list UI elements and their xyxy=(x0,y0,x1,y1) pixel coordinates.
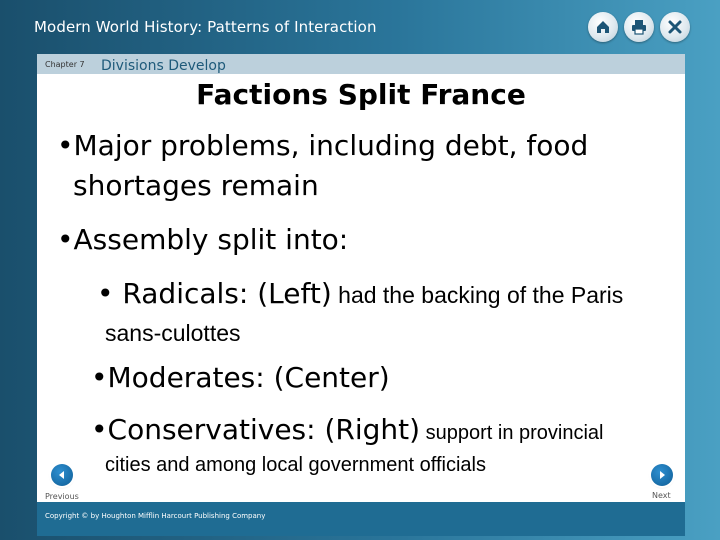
bullet-detail: had the backing of the Paris xyxy=(331,282,624,308)
home-button[interactable] xyxy=(588,12,618,42)
bullet-text: shortages remain xyxy=(73,169,319,202)
close-button[interactable] xyxy=(660,12,690,42)
slide-panel: Chapter 7 Divisions Develop Factions Spl… xyxy=(37,54,685,536)
bullet-3-continued: sans-culottes xyxy=(105,320,241,346)
next-button[interactable] xyxy=(651,464,673,486)
bullet-marker: • xyxy=(91,413,108,446)
bullet-1-continued: shortages remain xyxy=(73,166,319,206)
app-title: Modern World History: Patterns of Intera… xyxy=(34,18,377,36)
bullet-2: •Assembly split into: xyxy=(57,220,348,260)
slide-heading: Factions Split France xyxy=(196,78,526,111)
chapter-title: Divisions Develop xyxy=(101,58,226,74)
print-button[interactable] xyxy=(624,12,654,42)
bullet-text: Assembly split into: xyxy=(73,223,349,256)
bullet-5-continued: cities and among local government offici… xyxy=(105,454,486,476)
home-icon xyxy=(597,21,609,33)
bullet-text: Major problems, including debt, food xyxy=(73,129,589,162)
bullet-3: • Radicals: (Left) had the backing of th… xyxy=(97,274,623,315)
toolbar xyxy=(588,12,690,42)
arrow-left-icon xyxy=(59,471,64,479)
arrow-right-icon xyxy=(660,471,665,479)
bullet-4: •Moderates: (Center) xyxy=(91,358,390,398)
bullet-label: Moderates: (Center) xyxy=(107,361,390,394)
next-label[interactable]: Next xyxy=(652,491,671,500)
bullet-marker: • xyxy=(57,129,74,162)
footer: Copyright © by Houghton Mifflin Harcourt… xyxy=(37,502,685,536)
bullet-marker: • xyxy=(57,223,74,256)
copyright-text: Copyright © by Houghton Mifflin Harcourt… xyxy=(45,512,266,520)
previous-label[interactable]: Previous xyxy=(45,492,79,501)
bullet-marker: • xyxy=(97,277,114,310)
chapter-strip: Chapter 7 Divisions Develop xyxy=(37,54,685,74)
bullet-label: Conservatives: (Right) xyxy=(107,413,421,446)
bullet-1: •Major problems, including debt, food xyxy=(57,126,588,166)
bullet-label: Radicals: (Left) xyxy=(122,277,332,310)
bullet-marker: • xyxy=(91,361,108,394)
close-icon xyxy=(668,20,682,34)
print-icon xyxy=(632,20,646,35)
bullet-detail: support in provincial xyxy=(420,422,604,444)
bullet-5: •Conservatives: (Right) support in provi… xyxy=(91,410,604,453)
previous-button[interactable] xyxy=(51,464,73,486)
chapter-label: Chapter 7 xyxy=(45,60,85,69)
